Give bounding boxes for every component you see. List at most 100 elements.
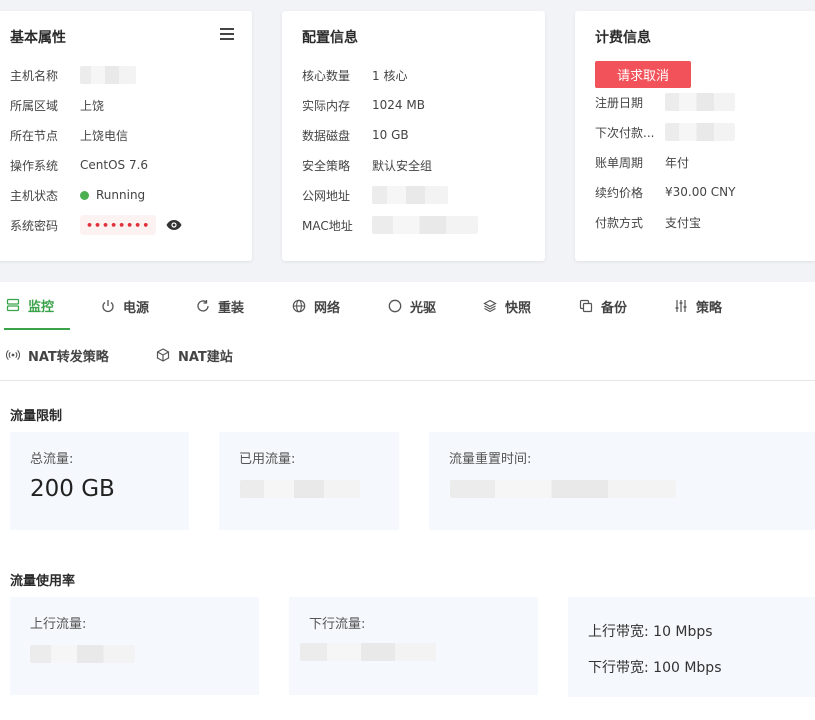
tab-monitor[interactable]: 监控	[4, 282, 70, 330]
row-label: 注册日期	[595, 95, 644, 110]
status-dot-icon	[80, 190, 89, 200]
card-title: 基本属性	[10, 30, 66, 46]
row-value: ¥30.00 CNY	[665, 185, 736, 199]
row-label: 所在节点	[10, 128, 59, 143]
tab-network[interactable]: 网络	[292, 282, 340, 330]
tab-label: 光驱	[410, 300, 437, 316]
globe-icon	[292, 299, 306, 313]
row-label: 账单周期	[595, 155, 644, 170]
row-label: 安全策略	[302, 158, 351, 173]
download-bandwidth-label: 下行带宽:	[588, 660, 649, 676]
traffic-reset-panel: 流量重置时间:	[429, 432, 815, 530]
row-value: 支付宝	[665, 215, 702, 230]
info-row: 主机名称	[10, 65, 136, 85]
tab-label: 重装	[218, 300, 245, 316]
tab-backup[interactable]: 备份	[579, 282, 627, 330]
row-value: CentOS 7.6	[80, 158, 149, 172]
disc-icon	[388, 299, 402, 313]
row-value: 上饶	[80, 98, 105, 113]
row-label: 公网地址	[302, 188, 351, 203]
billing-info-card: 计费信息 请求取消 注册日期 下次付款... 账单周期 年付 续约价格 ¥30.…	[575, 11, 815, 261]
tab-label: 网络	[314, 300, 341, 316]
info-row: 账单周期 年付	[595, 152, 689, 172]
info-row: 核心数量 1 核心	[302, 65, 407, 85]
row-value: 上饶电信	[80, 128, 129, 143]
tab-label: 监控	[28, 299, 55, 315]
info-row: 下次付款...	[595, 122, 735, 142]
download-traffic-panel: 下行流量:	[289, 597, 538, 695]
row-label: 系统密码	[10, 218, 59, 233]
tab-label: 策略	[696, 300, 723, 316]
stat-label: 上行流量:	[30, 617, 87, 632]
bandwidth-panel: 上行带宽: 10 Mbps 下行带宽: 100 Mbps	[568, 597, 815, 697]
cube-icon	[156, 348, 170, 362]
tab-nat-site[interactable]: NAT建站	[156, 331, 233, 379]
tab-label: NAT建站	[178, 349, 233, 365]
upload-bandwidth-value: 10 Mbps	[653, 624, 713, 640]
config-info-card: 配置信息 核心数量 1 核心 实际内存 1024 MB 数据磁盘 10 GB 安…	[282, 11, 545, 261]
tab-cdrom[interactable]: 光驱	[388, 282, 436, 330]
tab-reinstall[interactable]: 重装	[196, 282, 244, 330]
stat-label: 下行流量:	[309, 617, 366, 632]
row-label: 主机状态	[10, 188, 59, 203]
tab-label: 电源	[123, 300, 150, 316]
password-value: ••••••••	[80, 215, 157, 235]
tab-snapshot[interactable]: 快照	[483, 282, 531, 330]
status-value: Running	[96, 188, 146, 202]
row-label: 数据磁盘	[302, 128, 351, 143]
row-label: 下次付款...	[595, 125, 655, 140]
stat-label: 已用流量:	[239, 452, 296, 467]
row-label: 实际内存	[302, 98, 351, 113]
card-title: 配置信息	[302, 30, 358, 46]
tab-nat-forward[interactable]: NAT转发策略	[6, 331, 109, 379]
tab-policy[interactable]: 策略	[674, 282, 722, 330]
info-row: 公网地址	[302, 185, 448, 205]
info-row: 操作系统 CentOS 7.6	[10, 155, 148, 175]
refresh-icon	[197, 300, 209, 312]
layers-icon	[483, 299, 497, 313]
row-label: 付款方式	[595, 215, 644, 230]
upload-traffic-value	[30, 645, 135, 663]
row-label: MAC地址	[302, 218, 353, 233]
info-row: 所在节点 上饶电信	[10, 125, 128, 145]
row-label: 主机名称	[10, 68, 59, 83]
row-label: 续约价格	[595, 185, 644, 200]
reset-time-value	[450, 480, 676, 498]
traffic-usage-title: 流量使用率	[10, 574, 76, 589]
row-label: 核心数量	[302, 68, 351, 83]
tab-power[interactable]: 电源	[101, 282, 149, 330]
upload-bandwidth-label: 上行带宽:	[588, 624, 649, 640]
info-row: 数据磁盘 10 GB	[302, 125, 409, 145]
used-traffic-panel: 已用流量:	[219, 432, 399, 530]
hostname-value	[80, 66, 136, 84]
info-row: 系统密码 ••••••••	[10, 215, 182, 235]
total-traffic-value: 200 GB	[30, 476, 115, 502]
tab-label: 备份	[601, 300, 628, 316]
stat-label: 流量重置时间:	[449, 452, 532, 467]
server-icon	[6, 298, 20, 312]
row-value: 1024 MB	[372, 98, 425, 112]
broadcast-icon	[6, 350, 20, 360]
used-traffic-value	[240, 480, 360, 498]
upload-traffic-panel: 上行流量:	[10, 597, 259, 695]
power-icon	[102, 300, 114, 313]
download-bandwidth-value: 100 Mbps	[653, 660, 722, 676]
row-label: 所属区域	[10, 98, 59, 113]
request-cancel-button[interactable]: 请求取消	[595, 61, 691, 88]
tab-bar: 监控 电源 重装 网络 光驱 快照 备份 策略 NAT转发策略 NAT建站	[0, 282, 815, 381]
mac-address-value	[372, 216, 478, 234]
sliders-icon	[675, 300, 687, 312]
row-value: 默认安全组	[372, 158, 433, 173]
overview-band: 基本属性 主机名称 所属区域 上饶 所在节点 上饶电信 操作系统 CentOS …	[0, 0, 815, 282]
download-bandwidth-row: 下行带宽: 100 Mbps	[588, 657, 722, 677]
register-date-value	[665, 93, 735, 111]
card-title: 计费信息	[595, 30, 651, 46]
download-traffic-value	[300, 643, 436, 661]
menu-icon[interactable]	[220, 28, 234, 40]
next-payment-value	[665, 123, 735, 141]
eye-icon[interactable]	[166, 219, 182, 231]
row-value: 年付	[665, 155, 690, 170]
info-row: 实际内存 1024 MB	[302, 95, 425, 115]
stat-label: 总流量:	[30, 452, 74, 467]
total-traffic-panel: 总流量: 200 GB	[10, 432, 189, 530]
